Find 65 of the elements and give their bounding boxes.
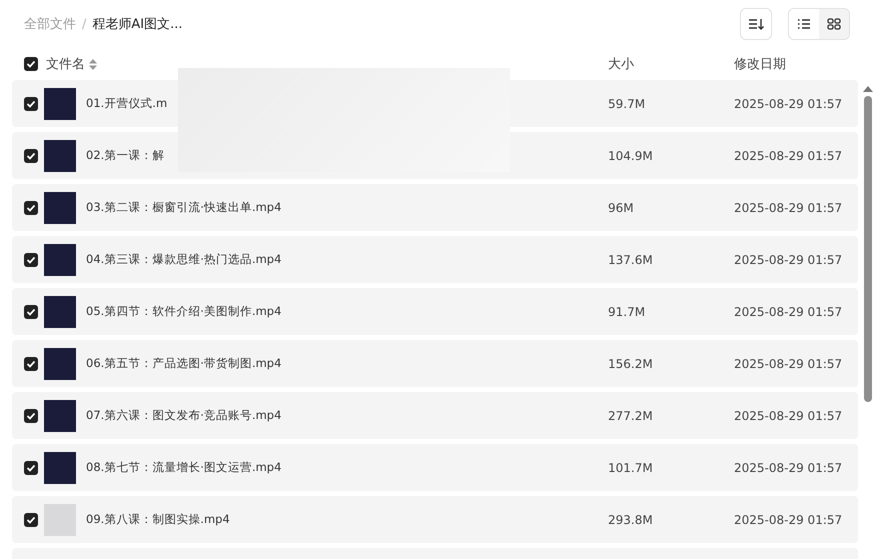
modified-date: 2025-08-29 01:57 [734,304,844,318]
checkbox[interactable] [24,96,38,110]
sort-button[interactable] [740,8,772,40]
file-size: 104.9M [608,148,654,162]
file-name: 03.第二课：橱窗引流·快速出单.mp4 [86,200,282,215]
sort-icon[interactable] [89,58,97,70]
file-row[interactable]: 07.第六课：图文发布·竞品账号.mp4 277.2M 2025-08-29 01:57 [12,392,858,439]
file-name: 09.第八课：制图实操.mp4 [86,512,230,527]
breadcrumb-item[interactable]: 程老师AI图文... [92,15,183,33]
video-thumbnail [44,400,76,432]
checkbox[interactable] [24,460,38,474]
checkbox[interactable] [24,252,38,266]
column-header[interactable]: 文件名 [46,55,85,73]
file-name: 05.第四节：软件介绍·美图制作.mp4 [86,304,282,319]
video-thumbnail [44,348,76,380]
file-size: 156.2M [608,356,654,370]
modified-date: 2025-08-29 01:57 [734,96,844,110]
file-name: 01.开营仪式.m [86,96,168,111]
modified-date: 2025-08-29 01:57 [734,512,844,526]
file-size: 277.2M [608,408,654,422]
checkbox[interactable] [24,408,38,422]
modified-date: 2025-08-29 01:57 [734,356,844,370]
modified-date: 2025-08-29 01:57 [734,200,844,214]
file-row[interactable]: 05.第四节：软件介绍·美图制作.mp4 91.7M 2025-08-29 01:57 [12,288,858,335]
file-row[interactable]: 08.第七节：流量增长·图文运营.mp4 101.7M 2025-08-29 01:57 [12,444,858,491]
file-row[interactable]: 04.第三课：爆款思维·热门选品.mp4 137.6M 2025-08-29 01:57 [12,236,858,283]
checkbox[interactable] [24,148,38,162]
file-size: 59.7M [608,96,646,110]
file-row[interactable]: 03.第二课：橱窗引流·快速出单.mp4 96M 2025-08-29 01:57 [12,184,858,231]
modified-date: 2025-08-29 01:57 [734,408,844,422]
file-name: 06.第五节：产品选图·带货制图.mp4 [86,356,282,371]
modified-date: 2025-08-29 01:57 [734,460,844,474]
breadcrumb-separator: / [82,16,86,32]
modified-date: 2025-08-29 01:57 [734,252,844,266]
video-thumbnail [44,140,76,172]
checkbox[interactable] [24,356,38,370]
checkbox[interactable] [24,57,38,71]
modified-date: 2025-08-29 01:57 [734,148,844,162]
video-thumbnail [44,244,76,276]
video-thumbnail [44,296,76,328]
sort-icon [748,17,764,31]
video-thumbnail [44,504,76,536]
file-size: 91.7M [608,304,646,318]
file-name: 08.第七节：流量增长·图文运营.mp4 [86,460,282,475]
file-row[interactable]: 06.第五节：产品选图·带货制图.mp4 156.2M 2025-08-29 01:57 [12,340,858,387]
column-header: 大小 [608,56,635,73]
file-size: 293.8M [608,512,654,526]
video-thumbnail [44,88,76,120]
list-view-button[interactable] [789,9,819,39]
file-size: 96M [608,200,635,214]
checkbox[interactable] [24,200,38,214]
video-thumbnail [44,192,76,224]
file-name: 02.第一课：解 [86,148,164,163]
checkbox[interactable] [24,512,38,526]
video-thumbnail [44,452,76,484]
grid-icon [827,18,841,30]
list-icon [797,18,811,30]
scroll-up-icon[interactable] [863,86,873,92]
file-size: 101.7M [608,460,654,474]
file-name: 04.第三课：爆款思维·热门选品.mp4 [86,252,282,267]
file-size: 137.6M [608,252,654,266]
file-row[interactable]: 09.第八课：制图实操.mp4 293.8M 2025-08-29 01:57 [12,496,858,543]
file-name: 07.第六课：图文发布·竞品账号.mp4 [86,408,282,423]
column-header: 修改日期 [734,56,787,73]
checkbox[interactable] [24,304,38,318]
